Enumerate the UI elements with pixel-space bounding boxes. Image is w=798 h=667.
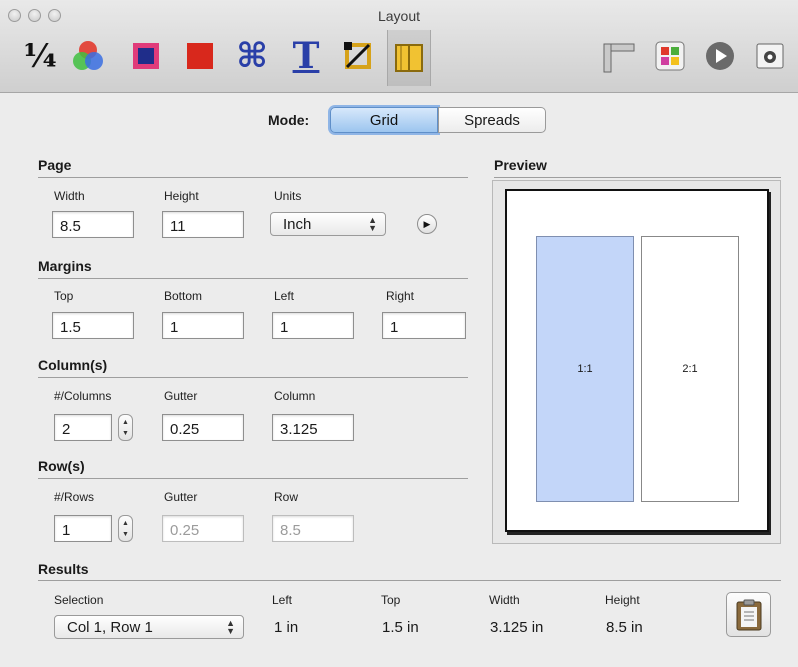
units-popup-value: Inch bbox=[283, 216, 312, 233]
column-gutter-label: Gutter bbox=[164, 389, 198, 403]
command-tool-button[interactable]: ⌘ bbox=[232, 36, 272, 76]
layout-tool-button[interactable] bbox=[387, 30, 431, 86]
preview-cell-2-1[interactable]: 2:1 bbox=[641, 236, 739, 502]
fraction-icon: ¼ bbox=[23, 37, 57, 75]
palette-tool-button[interactable] bbox=[650, 36, 690, 76]
text-tool-button[interactable]: T bbox=[286, 35, 326, 77]
margins-section-title: Margins bbox=[38, 258, 92, 274]
layout-window: Layout ¼ ⌘ T Mode: Grid Spreads Page Wid… bbox=[0, 0, 798, 667]
height-label: Height bbox=[164, 189, 199, 203]
column-width-field[interactable]: 3.125 bbox=[272, 414, 354, 441]
row-gutter-label: Gutter bbox=[164, 490, 198, 504]
preview-cell-1-1-label: 1:1 bbox=[577, 363, 593, 375]
results-divider bbox=[38, 580, 781, 581]
column-count-stepper[interactable]: ▲ ▼ bbox=[118, 414, 133, 441]
preview-cell-2-1-label: 2:1 bbox=[682, 363, 698, 375]
result-top-value: 1.5 in bbox=[382, 619, 419, 636]
color-wheel-icon bbox=[73, 41, 103, 70]
result-width-value: 3.125 in bbox=[490, 619, 544, 636]
row-gutter-field: 0.25 bbox=[162, 515, 244, 542]
fraction-tool-button[interactable]: ¼ bbox=[20, 36, 60, 76]
columns-section-title: Column(s) bbox=[38, 357, 108, 373]
result-width-label: Width bbox=[489, 593, 520, 607]
preview-section-title: Preview bbox=[494, 157, 547, 173]
clipboard-icon bbox=[736, 599, 761, 630]
color-wheel-button[interactable] bbox=[68, 36, 108, 76]
selection-popup-value: Col 1, Row 1 bbox=[67, 619, 153, 636]
play-tool-button[interactable] bbox=[700, 36, 740, 76]
margin-top-field[interactable]: 1.5 bbox=[52, 312, 134, 339]
row-height-field: 8.5 bbox=[272, 515, 354, 542]
page-divider bbox=[38, 177, 468, 178]
layout-icon bbox=[395, 44, 423, 72]
columns-divider bbox=[38, 377, 468, 378]
row-height-label: Row bbox=[274, 490, 299, 504]
margin-bottom-field[interactable]: 1 bbox=[162, 312, 244, 339]
margins-divider bbox=[38, 278, 468, 279]
margin-right-field[interactable]: 1 bbox=[382, 312, 466, 339]
selection-popup[interactable]: Col 1, Row 1 ▲ ▼ bbox=[54, 615, 244, 639]
page-height-field[interactable]: 11 bbox=[162, 211, 244, 238]
apply-units-play-icon[interactable]: ▶ bbox=[417, 214, 437, 234]
layer-color-icon bbox=[133, 43, 159, 69]
result-top-label: Top bbox=[381, 593, 401, 607]
preview-cell-1-1[interactable]: 1:1 bbox=[536, 236, 634, 502]
ruler-icon bbox=[603, 43, 635, 73]
column-width-label: Column bbox=[274, 389, 316, 403]
result-height-label: Height bbox=[605, 593, 640, 607]
command-icon: ⌘ bbox=[236, 36, 268, 76]
mode-label: Mode: bbox=[268, 112, 310, 128]
row-count-stepper[interactable]: ▲ ▼ bbox=[118, 515, 133, 542]
result-height-value: 8.5 in bbox=[606, 619, 643, 636]
window-title: Layout bbox=[377, 8, 421, 24]
row-count-label: #/Rows bbox=[54, 490, 95, 504]
play-icon bbox=[706, 42, 734, 70]
rows-section-title: Row(s) bbox=[38, 458, 85, 474]
units-label: Units bbox=[274, 189, 302, 203]
snapshot-tool-button[interactable] bbox=[750, 36, 790, 76]
row-count-field[interactable]: 1 bbox=[54, 515, 112, 542]
selection-label: Selection bbox=[54, 593, 104, 607]
units-popup[interactable]: Inch ▲ ▼ bbox=[270, 212, 386, 236]
fill-color-icon bbox=[187, 43, 213, 69]
mode-grid-button[interactable]: Grid bbox=[330, 107, 438, 133]
rows-divider bbox=[38, 478, 468, 479]
mode-spreads-button[interactable]: Spreads bbox=[438, 107, 546, 133]
margin-left-field[interactable]: 1 bbox=[272, 312, 354, 339]
text-icon: T bbox=[292, 35, 320, 77]
crop-icon bbox=[344, 42, 371, 69]
popup-arrows-icon: ▲ ▼ bbox=[226, 618, 235, 636]
page-width-field[interactable]: 8.5 bbox=[52, 211, 134, 238]
right-label: Right bbox=[386, 289, 415, 303]
result-left-value: 1 in bbox=[274, 619, 299, 636]
palette-icon bbox=[655, 41, 685, 71]
bottom-label: Bottom bbox=[164, 289, 203, 303]
copy-results-button[interactable] bbox=[726, 592, 771, 637]
fill-color-button[interactable] bbox=[180, 36, 220, 76]
popup-arrows-icon: ▲ ▼ bbox=[368, 215, 377, 233]
page-section-title: Page bbox=[38, 157, 72, 173]
width-label: Width bbox=[54, 189, 85, 203]
result-left-label: Left bbox=[272, 593, 293, 607]
toolbar: Layout ¼ ⌘ T bbox=[0, 0, 798, 93]
left-label: Left bbox=[274, 289, 295, 303]
preview-divider bbox=[494, 177, 781, 178]
column-gutter-field[interactable]: 0.25 bbox=[162, 414, 244, 441]
snapshot-icon bbox=[756, 43, 784, 69]
top-label: Top bbox=[54, 289, 74, 303]
column-count-label: #/Columns bbox=[54, 389, 112, 403]
layer-color-button[interactable] bbox=[126, 36, 166, 76]
column-count-field[interactable]: 2 bbox=[54, 414, 112, 441]
crop-tool-button[interactable] bbox=[338, 36, 378, 76]
ruler-tool-button[interactable] bbox=[598, 36, 638, 76]
results-section-title: Results bbox=[38, 561, 89, 577]
